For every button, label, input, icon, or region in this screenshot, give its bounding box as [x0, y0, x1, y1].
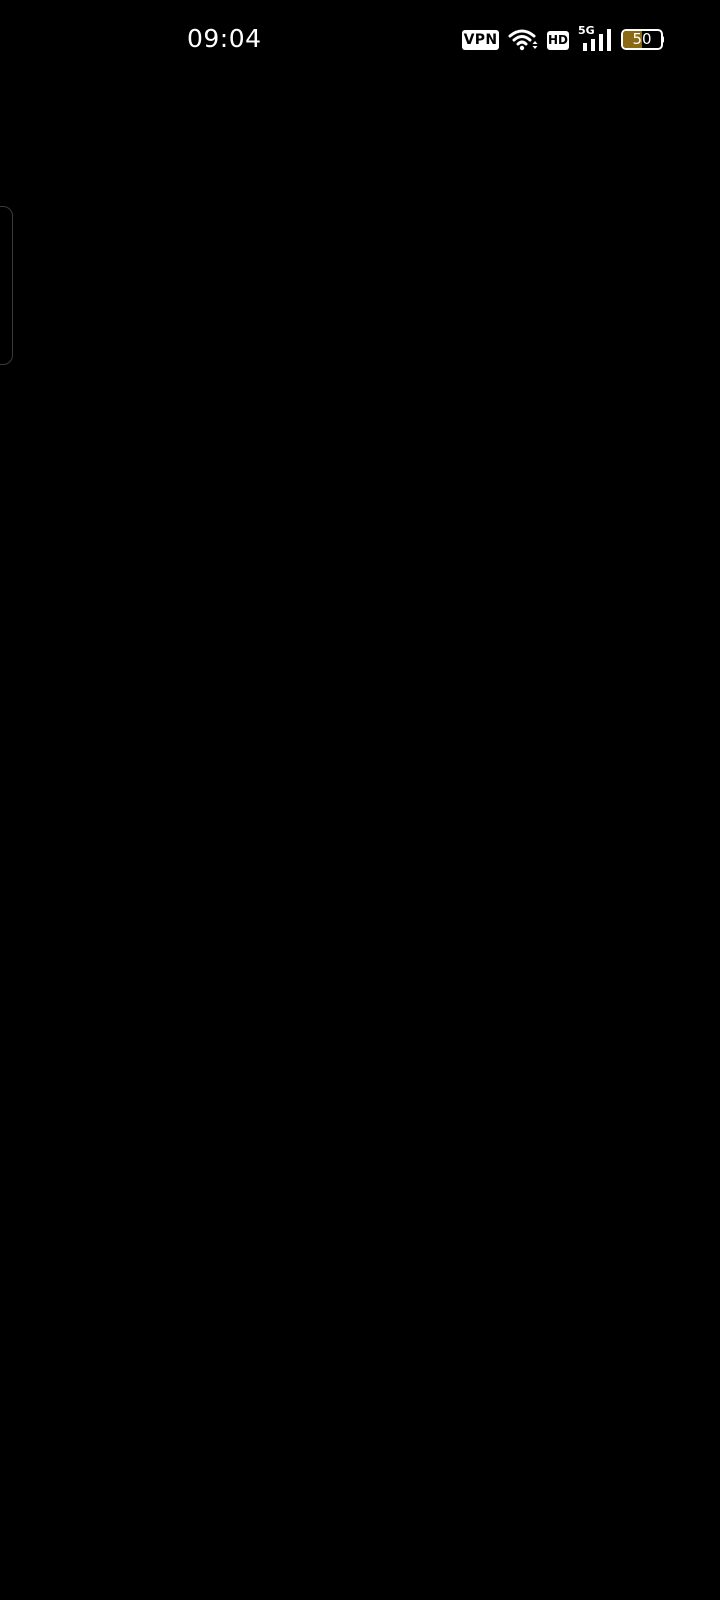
battery-icon: 50 [621, 29, 664, 50]
status-bar: 09:04 VPN HD 5G 50 [0, 0, 720, 80]
signal-icon [583, 29, 611, 51]
battery-body: 50 [621, 29, 663, 50]
wifi-icon [508, 29, 538, 51]
hd-badge: HD [547, 31, 569, 50]
vpn-badge: VPN [462, 30, 499, 50]
clock-time: 09:04 [187, 24, 262, 53]
battery-tip [662, 36, 664, 43]
battery-level: 50 [632, 30, 652, 48]
edge-panel-handle[interactable] [0, 206, 13, 365]
